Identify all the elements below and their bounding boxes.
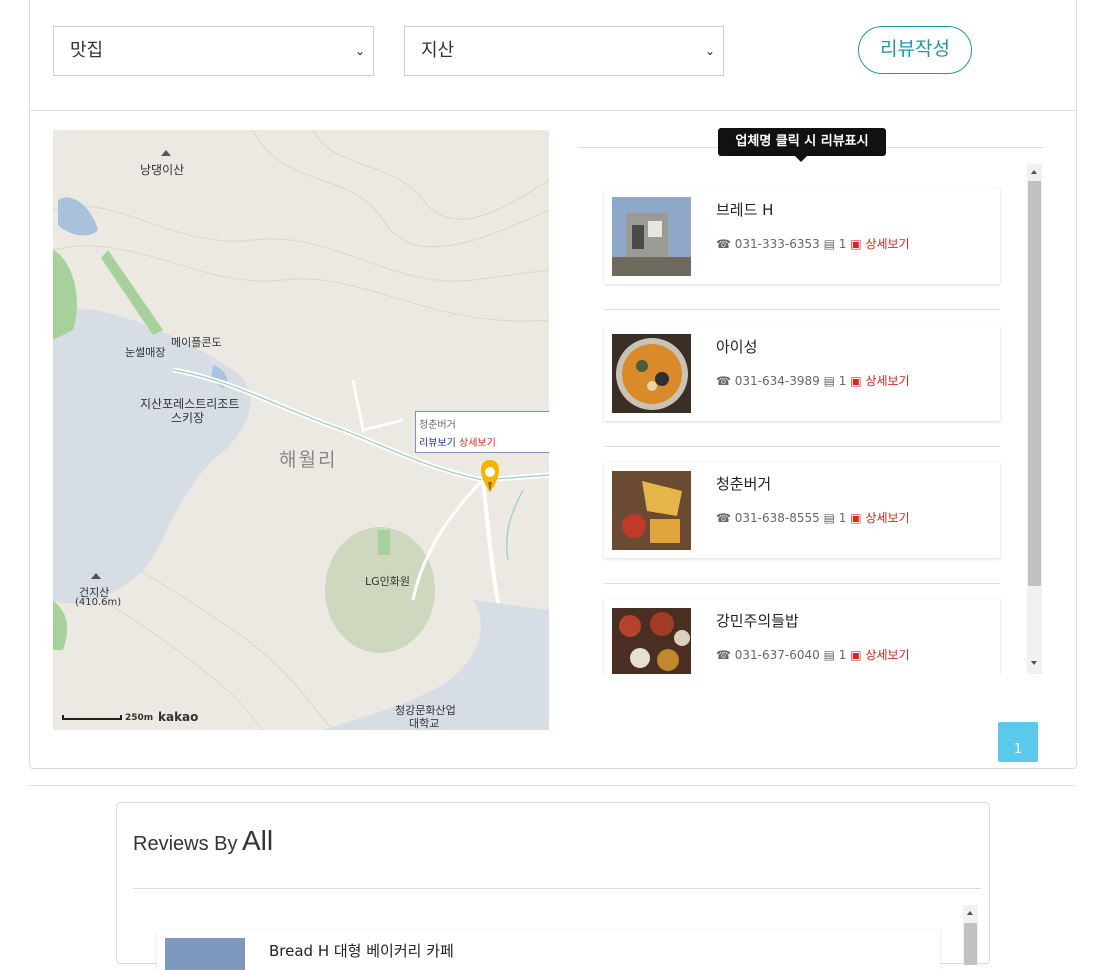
infobox-review-link[interactable]: 리뷰보기 — [419, 438, 456, 449]
map-label-college2: 대학교 — [409, 717, 440, 730]
detail-link[interactable]: 상세보기 — [865, 648, 909, 662]
map-label-village: 해월리 — [279, 449, 338, 471]
map-label-sledding: 눈썰매장 — [125, 346, 166, 359]
reviews-title-prefix: Reviews By — [133, 833, 238, 855]
divider — [604, 583, 1000, 584]
review-title[interactable]: Bread H 대형 베이커리 카페 — [269, 940, 454, 961]
map-infobox: 청춘버거 리뷰보기 상세보기 — [415, 411, 549, 453]
phone-icon: ☎ — [716, 237, 731, 251]
store-thumbnail — [612, 608, 691, 674]
store-thumbnail — [612, 471, 691, 550]
region-select-value: 지산 — [421, 40, 455, 61]
list-item[interactable]: 청춘버거 ☎ 031-638-8555 ▤ 1 ▣ 상세보기 — [604, 462, 1000, 558]
map-label-ski: 스키장 — [171, 411, 205, 425]
reviews-card: Reviews By All Bread H 대형 베이커리 카페 — [116, 802, 990, 970]
category-select[interactable]: 맛집 ⌄ — [53, 26, 374, 76]
map-label-mountain2-height: (410.6m) — [75, 597, 122, 608]
region-select[interactable]: 지산 ⌄ — [404, 26, 724, 76]
scroll-thumb[interactable] — [1028, 181, 1041, 586]
category-select-value: 맛집 — [70, 40, 104, 61]
kakao-logo: kakao — [158, 710, 199, 724]
review-thumbnail — [165, 938, 245, 970]
map-scale: 250m — [125, 713, 154, 723]
comment-icon: ▤ — [823, 374, 835, 388]
chevron-down-icon: ⌄ — [704, 44, 715, 58]
reviews-title: Reviews By All — [133, 825, 273, 857]
divider — [604, 309, 1000, 310]
scroll-down-icon[interactable] — [1031, 661, 1037, 668]
scroll-up-icon[interactable] — [967, 908, 973, 915]
store-name[interactable]: 브레드 H — [716, 199, 773, 220]
store-name[interactable]: 아이성 — [716, 336, 757, 357]
store-meta: ☎ 031-638-8555 ▤ 1 ▣ 상세보기 — [716, 509, 910, 526]
divider — [30, 110, 1076, 111]
list-item[interactable]: 브레드 H ☎ 031-333-6353 ▤ 1 ▣ 상세보기 — [604, 188, 1000, 284]
store-phone: 031-637-6040 — [734, 648, 820, 662]
scroll-up-icon[interactable] — [1031, 167, 1037, 174]
reviews-title-main: All — [241, 825, 274, 856]
phone-icon: ☎ — [716, 511, 731, 525]
comment-icon: ▤ — [823, 237, 835, 251]
store-thumbnail — [612, 197, 691, 276]
map-label-mountain: 낭댕이산 — [140, 163, 185, 177]
review-item[interactable]: Bread H 대형 베이커리 카페 — [157, 930, 940, 970]
map-label-lg: LG인화원 — [365, 575, 411, 588]
list-item[interactable]: 강민주의들밥 ☎ 031-637-6040 ▤ 1 ▣ 상세보기 — [604, 599, 1000, 674]
pagination-page-1[interactable]: 1 — [998, 722, 1038, 762]
search-card: 맛집 ⌄ 지산 ⌄ 리뷰작성 낭댕이산 눈썰매장 메이플콘도 지산포레스트리조트… — [29, 0, 1077, 769]
divider — [133, 888, 981, 889]
phone-icon: ☎ — [716, 374, 731, 388]
store-meta: ☎ 031-333-6353 ▤ 1 ▣ 상세보기 — [716, 235, 910, 252]
list-scrollbar[interactable] — [1027, 164, 1042, 674]
store-phone: 031-333-6353 — [734, 237, 820, 251]
detail-link[interactable]: 상세보기 — [865, 374, 909, 388]
store-phone: 031-634-3989 — [734, 374, 820, 388]
infobox-name: 청춘버거 — [419, 420, 456, 431]
map[interactable]: 낭댕이산 눈썰매장 메이플콘도 지산포레스트리조트 스키장 해월리 LG인화원 … — [53, 130, 549, 730]
detail-link[interactable]: 상세보기 — [865, 511, 909, 525]
store-meta: ☎ 031-634-3989 ▤ 1 ▣ 상세보기 — [716, 372, 910, 389]
phone-icon: ☎ — [716, 648, 731, 662]
detail-icon: ▣ — [850, 237, 862, 251]
scroll-thumb[interactable] — [964, 923, 977, 965]
store-name[interactable]: 강민주의들밥 — [716, 610, 799, 631]
review-count: 1 — [838, 648, 847, 662]
reviews-scrollbar[interactable] — [963, 905, 978, 965]
list-item[interactable]: 아이성 ☎ 031-634-3989 ▤ 1 ▣ 상세보기 — [604, 325, 1000, 421]
infobox-detail-link[interactable]: 상세보기 — [459, 438, 496, 449]
store-phone: 031-638-8555 — [734, 511, 820, 525]
review-count: 1 — [838, 374, 847, 388]
detail-icon: ▣ — [850, 648, 862, 662]
section-divider — [29, 785, 1076, 786]
review-count: 1 — [838, 511, 847, 525]
store-meta: ☎ 031-637-6040 ▤ 1 ▣ 상세보기 — [716, 646, 910, 663]
comment-icon: ▤ — [823, 648, 835, 662]
divider — [604, 446, 1000, 447]
store-thumbnail — [612, 334, 691, 413]
detail-icon: ▣ — [850, 374, 862, 388]
chevron-down-icon: ⌄ — [354, 44, 365, 58]
list-tooltip: 업체명 클릭 시 리뷰표시 — [718, 128, 886, 162]
review-count: 1 — [838, 237, 847, 251]
write-review-button[interactable]: 리뷰작성 — [858, 26, 972, 74]
store-list[interactable]: 브레드 H ☎ 031-333-6353 ▤ 1 ▣ 상세보기 아이성 ☎ 03… — [578, 164, 1041, 674]
store-name[interactable]: 청춘버거 — [716, 473, 771, 494]
detail-icon: ▣ — [850, 511, 862, 525]
comment-icon: ▤ — [823, 511, 835, 525]
map-label-condo: 메이플콘도 — [171, 336, 222, 349]
detail-link[interactable]: 상세보기 — [865, 237, 909, 251]
